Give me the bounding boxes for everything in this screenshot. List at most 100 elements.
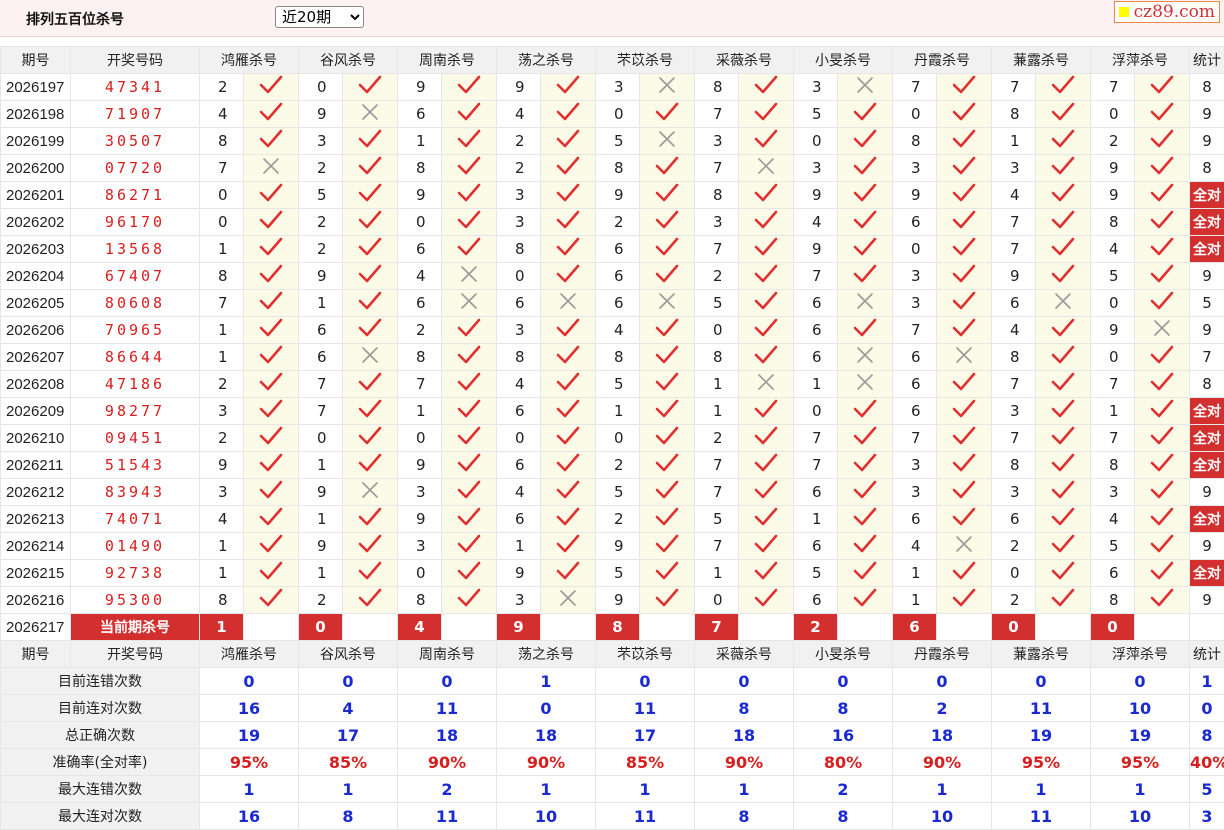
kill-number: 0 (497, 263, 541, 290)
stat-value: 1 (200, 776, 299, 803)
check-icon (259, 534, 283, 554)
result-mark (541, 128, 596, 155)
stat-value: 16 (794, 722, 893, 749)
header-stat: 统计 (1190, 641, 1224, 668)
check-icon (655, 345, 679, 365)
header-expert: 蒹露杀号 (992, 47, 1091, 74)
issue-cell: 2026198 (1, 101, 71, 128)
row-stat: 全对 (1190, 425, 1224, 452)
range-select[interactable]: 近20期 (275, 6, 364, 28)
issue-cell: 2026201 (1, 182, 71, 209)
current-blank (739, 614, 794, 641)
kill-number: 7 (992, 425, 1036, 452)
result-mark (838, 236, 893, 263)
check-icon (556, 156, 580, 176)
stat-value: 8 (695, 803, 794, 830)
result-mark (640, 344, 695, 371)
stat-value: 0 (695, 668, 794, 695)
current-blank (640, 614, 695, 641)
check-icon (1150, 480, 1174, 500)
check-icon (1051, 399, 1075, 419)
check-icon (358, 399, 382, 419)
kill-number: 7 (299, 371, 343, 398)
draw-cell: 96170 (71, 209, 200, 236)
check-icon (952, 480, 976, 500)
result-mark (1036, 344, 1091, 371)
result-mark (937, 533, 992, 560)
header-draw: 开奖号码 (71, 641, 200, 668)
header-draw: 开奖号码 (71, 47, 200, 74)
stat-value: 1 (893, 776, 992, 803)
kill-number: 1 (398, 128, 442, 155)
check-icon (754, 291, 778, 311)
kill-number: 9 (596, 587, 640, 614)
cross-icon (457, 264, 481, 284)
result-mark (1036, 452, 1091, 479)
result-mark (739, 452, 794, 479)
result-mark (541, 398, 596, 425)
kill-number: 4 (497, 101, 541, 128)
check-icon (655, 183, 679, 203)
issue-cell: 2026203 (1, 236, 71, 263)
result-mark (1135, 344, 1190, 371)
result-mark (838, 182, 893, 209)
kill-number: 5 (596, 479, 640, 506)
kill-number: 9 (1091, 317, 1135, 344)
table-header: 期号开奖号码鸿雁杀号谷风杀号周南杀号荡之杀号芣苡杀号采薇杀号小旻杀号丹霞杀号蒹露… (1, 47, 1224, 74)
cross-icon (754, 372, 778, 392)
result-mark (1135, 236, 1190, 263)
issue-cell: 2026207 (1, 344, 71, 371)
result-mark (244, 452, 299, 479)
stat-total: 40% (1190, 749, 1224, 776)
kill-number: 9 (1091, 155, 1135, 182)
result-mark (541, 236, 596, 263)
stat-value: 18 (893, 722, 992, 749)
check-icon (754, 210, 778, 230)
result-mark (1036, 560, 1091, 587)
kill-number: 3 (893, 263, 937, 290)
kill-number: 6 (794, 290, 838, 317)
kill-number: 6 (1091, 560, 1135, 587)
result-mark (937, 74, 992, 101)
check-icon (1051, 426, 1075, 446)
table-row: 2026210094512000027777全对 (1, 425, 1224, 452)
result-mark (640, 317, 695, 344)
kill-number: 3 (992, 479, 1036, 506)
stat-value: 85% (596, 749, 695, 776)
table-row: 20262058060871666563605 (1, 290, 1224, 317)
result-mark (937, 236, 992, 263)
current-blank (442, 614, 497, 641)
check-icon (259, 129, 283, 149)
site-logo[interactable]: cz89.com (1114, 1, 1220, 23)
check-icon (655, 210, 679, 230)
check-icon (556, 399, 580, 419)
cross-icon (556, 291, 580, 311)
kill-number: 1 (695, 398, 739, 425)
table-row: 20262000772072828733398 (1, 155, 1224, 182)
issue-cell: 2026202 (1, 209, 71, 236)
kill-number: 0 (200, 209, 244, 236)
current-blank (541, 614, 596, 641)
header-expert: 芣苡杀号 (596, 47, 695, 74)
check-icon (1051, 507, 1075, 527)
kill-number: 8 (695, 74, 739, 101)
issue-cell: 2026216 (1, 587, 71, 614)
check-icon (556, 129, 580, 149)
check-icon (259, 480, 283, 500)
check-icon (1150, 237, 1174, 257)
kill-number: 9 (992, 263, 1036, 290)
kill-number: 1 (299, 506, 343, 533)
stat-row: 总正确次数191718181718161819198 (1, 722, 1224, 749)
stat-value: 18 (695, 722, 794, 749)
draw-cell: 86644 (71, 344, 200, 371)
result-mark (739, 506, 794, 533)
check-icon (655, 507, 679, 527)
current-kill: 0 (299, 614, 343, 641)
result-mark (937, 452, 992, 479)
kill-number: 4 (1091, 236, 1135, 263)
check-icon (952, 588, 976, 608)
kill-number: 3 (200, 398, 244, 425)
current-kill: 0 (1091, 614, 1135, 641)
header-expert: 芣苡杀号 (596, 641, 695, 668)
check-icon (556, 264, 580, 284)
